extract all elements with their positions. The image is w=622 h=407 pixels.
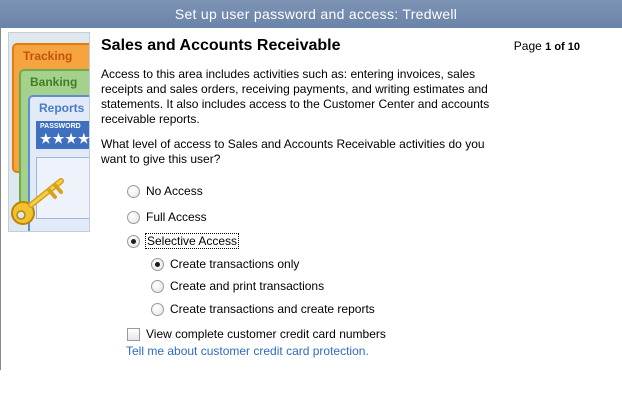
view-card-numbers-checkbox[interactable]	[127, 327, 140, 341]
selective-access-option[interactable]: Selective Access	[127, 233, 240, 249]
full-access-radio[interactable]	[127, 210, 140, 224]
view-card-numbers-option[interactable]: View complete customer credit card numbe…	[127, 327, 386, 341]
screenshot-stage: Set up user password and access: Tredwel…	[0, 0, 622, 407]
page-number: 1 of 10	[545, 41, 580, 53]
create-transactions-only-option[interactable]: Create transactions only	[151, 257, 299, 271]
reports-folder-label: Reports	[39, 101, 85, 115]
user-access-dialog	[0, 0, 603, 378]
create-transactions-only-radio[interactable]	[151, 257, 164, 271]
password-mask-graphic: ★★★★	[40, 131, 90, 146]
full-access-option[interactable]: Full Access	[127, 210, 207, 224]
no-access-label: No Access	[146, 184, 203, 198]
no-access-radio[interactable]	[127, 184, 140, 198]
window-title: Set up user password and access: Tredwel…	[174, 6, 458, 22]
page-indicator: Page 1 of 10	[514, 39, 580, 53]
page-prefix: Page	[513, 39, 546, 53]
access-illustration: Tracking Banking Reports PASSWORD ★★★★	[8, 32, 90, 232]
section-title: Sales and Accounts Receivable	[101, 37, 341, 54]
full-access-label: Full Access	[146, 210, 207, 224]
selective-access-radio[interactable]	[127, 234, 140, 248]
create-and-report-label: Create transactions and create reports	[170, 302, 375, 316]
no-access-option[interactable]: No Access	[127, 184, 203, 198]
window-title-bar[interactable]: Set up user password and access: Tredwel…	[0, 0, 622, 28]
key-icon	[11, 178, 64, 225]
access-question: What level of access to Sales and Accoun…	[101, 137, 485, 166]
password-field-graphic: PASSWORD ★★★★	[36, 121, 90, 149]
password-graphic-label: PASSWORD	[40, 123, 81, 130]
banking-folder-label: Banking	[30, 75, 78, 89]
view-card-numbers-label: View complete customer credit card numbe…	[146, 327, 386, 341]
tracking-folder-label: Tracking	[23, 49, 73, 63]
create-transactions-only-label: Create transactions only	[170, 257, 300, 271]
create-and-print-option[interactable]: Create and print transactions	[151, 279, 324, 293]
card-protection-help-link[interactable]: Tell me about customer credit card prote…	[126, 344, 369, 358]
selective-access-label: Selective Access	[144, 233, 240, 249]
create-and-print-radio[interactable]	[151, 279, 164, 293]
create-and-print-label: Create and print transactions	[170, 279, 325, 293]
area-description: Access to this area includes activities …	[101, 67, 490, 126]
create-and-report-option[interactable]: Create transactions and create reports	[151, 302, 375, 316]
create-and-report-radio[interactable]	[151, 302, 164, 316]
